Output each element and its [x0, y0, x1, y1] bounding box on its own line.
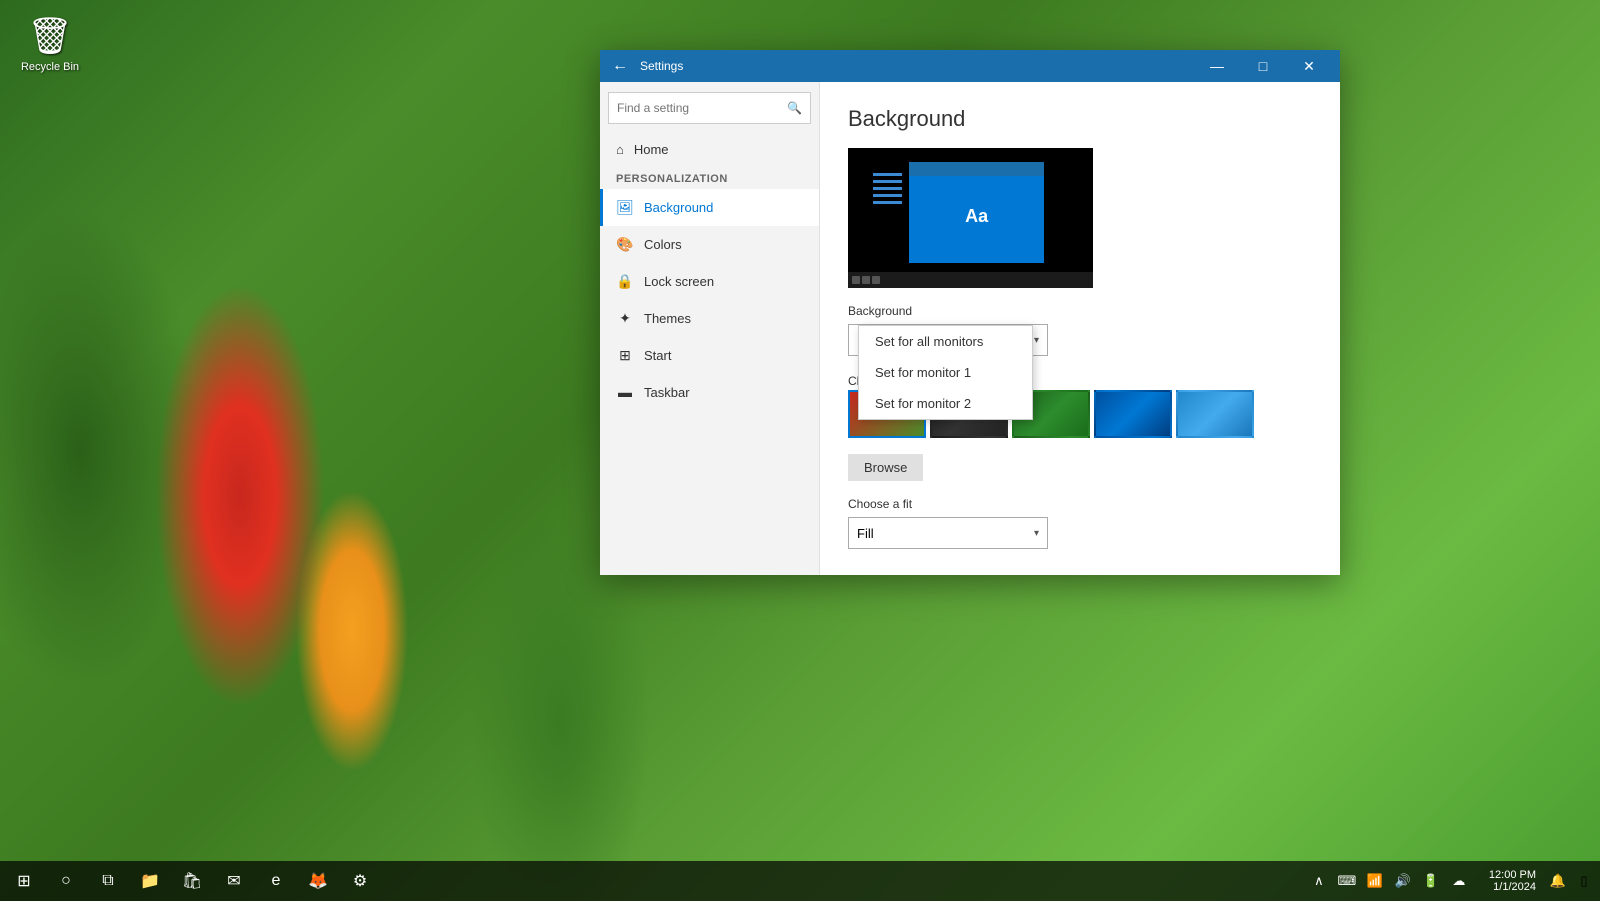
notification-icon[interactable]: 🔔 — [1546, 861, 1570, 901]
preview-line-5 — [873, 201, 902, 204]
home-icon: ⌂ — [616, 142, 624, 157]
preview-taskbar — [848, 272, 1093, 288]
recycle-bin-icon: 🗑 — [27, 15, 73, 57]
preview-aa: Aa — [965, 206, 988, 227]
preview-taskbar-dot-3 — [872, 276, 880, 284]
preview-taskbar-dot-2 — [862, 276, 870, 284]
preview-line-3 — [873, 187, 902, 190]
show-desktop-button[interactable]: ▯ — [1572, 861, 1596, 901]
background-icon: 🖼 — [616, 199, 634, 216]
sidebar-item-start[interactable]: ⊞ Start — [600, 337, 819, 374]
colors-label: Colors — [644, 237, 682, 252]
taskbar-date: 1/1/2024 — [1493, 881, 1536, 893]
context-menu: Set for all monitors Set for monitor 1 S… — [858, 325, 1033, 420]
fit-dropdown-value: Fill — [857, 526, 874, 541]
preview-line-2 — [873, 180, 902, 183]
context-menu-item-all[interactable]: Set for all monitors — [859, 326, 1032, 357]
sidebar-item-lock-screen[interactable]: 🔒 Lock screen — [600, 263, 819, 300]
taskbar-icon: ▬ — [616, 384, 634, 400]
settings-window: ← Settings — □ ✕ 🔍 ⌂ Home — [600, 50, 1340, 575]
fit-dropdown-arrow: ▾ — [1034, 528, 1039, 539]
mail-button[interactable]: ✉ — [214, 861, 254, 901]
thumbnail-5[interactable] — [1176, 390, 1254, 438]
search-button[interactable]: ○ — [46, 861, 86, 901]
sidebar-item-home[interactable]: ⌂ Home — [600, 134, 819, 165]
thumbnail-4[interactable] — [1094, 390, 1172, 438]
lock-screen-label: Lock screen — [644, 274, 714, 289]
settings-taskbar-button[interactable]: ⚙ — [340, 861, 380, 901]
sidebar-item-colors[interactable]: 🎨 Colors — [600, 226, 819, 263]
sidebar-item-taskbar[interactable]: ▬ Taskbar — [600, 374, 819, 410]
preview-line-4 — [873, 194, 902, 197]
background-preview: Aa — [848, 148, 1093, 288]
background-label: Background — [644, 200, 713, 215]
colors-icon: 🎨 — [616, 236, 634, 253]
fit-group: Choose a fit Fill ▾ — [848, 497, 1312, 549]
preview-window-title — [909, 162, 1044, 176]
desktop: 🗑 Recycle Bin ← Settings — □ ✕ 🔍 — [0, 0, 1600, 901]
task-view-button[interactable]: ⧉ — [88, 861, 128, 901]
taskbar-time: 12:00 PM — [1489, 869, 1536, 881]
sidebar-item-background[interactable]: 🖼 Background — [600, 189, 819, 226]
maximize-button[interactable]: □ — [1240, 50, 1286, 82]
close-button[interactable]: ✕ — [1286, 50, 1332, 82]
tray-keyboard-icon[interactable]: ⌨ — [1335, 861, 1359, 901]
fit-label: Choose a fit — [848, 497, 1312, 511]
tray-volume-icon[interactable]: 🔊 — [1391, 861, 1415, 901]
search-icon: 🔍 — [787, 101, 802, 115]
home-label: Home — [634, 142, 669, 157]
start-button[interactable]: ⊞ — [4, 861, 44, 901]
tray-up-icon[interactable]: ∧ — [1307, 861, 1331, 901]
firefox-button[interactable]: 🦊 — [298, 861, 338, 901]
taskbar-label: Taskbar — [644, 385, 690, 400]
background-dropdown-arrow: ▾ — [1034, 335, 1039, 346]
search-input[interactable] — [617, 101, 787, 115]
preview-taskbar-dot-1 — [852, 276, 860, 284]
page-title: Background — [848, 106, 1312, 132]
section-label: Personalization — [600, 165, 819, 189]
background-field-label: Background — [848, 304, 1312, 318]
recycle-bin[interactable]: 🗑 Recycle Bin — [15, 15, 85, 73]
themes-icon: ✦ — [616, 310, 634, 327]
window-title: Settings — [640, 59, 1194, 73]
search-box[interactable]: 🔍 — [608, 92, 811, 124]
sidebar-item-themes[interactable]: ✦ Themes — [600, 300, 819, 337]
lock-screen-icon: 🔒 — [616, 273, 634, 290]
taskbar: ⊞ ○ ⧉ 📁 🛍 ✉ e 🦊 ⚙ ∧ ⌨ 📶 🔊 🔋 ☁ 12:00 PM 1… — [0, 861, 1600, 901]
window-controls: — □ ✕ — [1194, 50, 1332, 82]
taskbar-tray: ∧ ⌨ 📶 🔊 🔋 ☁ — [1299, 861, 1479, 901]
browse-button[interactable]: Browse — [848, 454, 923, 481]
settings-sidebar: 🔍 ⌂ Home Personalization 🖼 Background 🎨 … — [600, 82, 820, 575]
preview-sidebar — [873, 169, 902, 267]
start-label: Start — [644, 348, 671, 363]
themes-label: Themes — [644, 311, 691, 326]
start-icon: ⊞ — [616, 347, 634, 364]
recycle-bin-label: Recycle Bin — [21, 61, 79, 73]
context-menu-item-1[interactable]: Set for monitor 1 — [859, 357, 1032, 388]
back-button[interactable]: ← — [608, 54, 632, 78]
taskbar-clock[interactable]: 12:00 PM 1/1/2024 — [1481, 869, 1544, 893]
tray-battery-icon[interactable]: 🔋 — [1419, 861, 1443, 901]
edge-button[interactable]: e — [256, 861, 296, 901]
preview-window: Aa — [909, 162, 1044, 263]
tray-onedrive-icon[interactable]: ☁ — [1447, 861, 1471, 901]
explorer-button[interactable]: 📁 — [130, 861, 170, 901]
minimize-button[interactable]: — — [1194, 50, 1240, 82]
context-menu-item-2[interactable]: Set for monitor 2 — [859, 388, 1032, 419]
tray-network-icon[interactable]: 📶 — [1363, 861, 1387, 901]
store-button[interactable]: 🛍 — [172, 861, 212, 901]
preview-line-1 — [873, 173, 902, 176]
title-bar: ← Settings — □ ✕ — [600, 50, 1340, 82]
fit-dropdown[interactable]: Fill ▾ — [848, 517, 1048, 549]
